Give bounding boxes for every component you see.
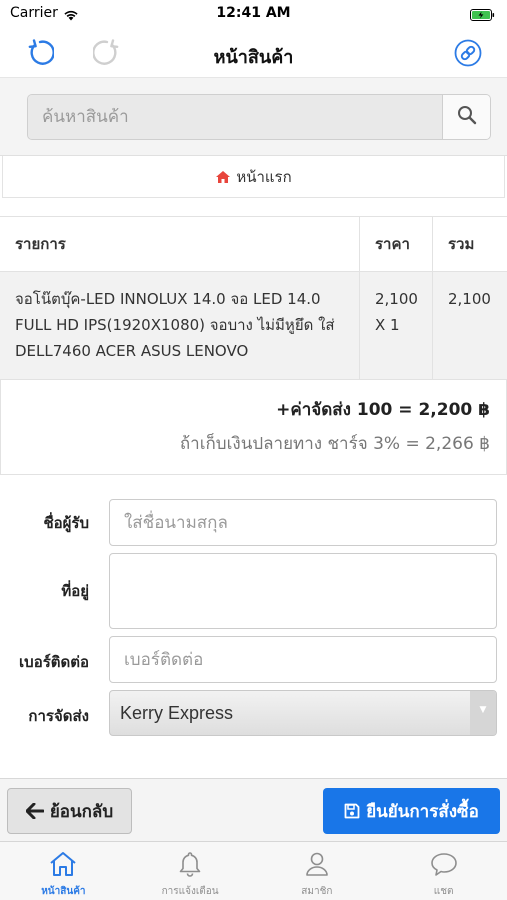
cod-total: ถ้าเก็บเงินปลายทาง ชาร์จ 3% = 2,266 ฿ xyxy=(179,434,490,454)
tab-notifications-label: การแจ้งเตือน xyxy=(161,886,219,897)
spacer xyxy=(0,198,507,216)
back-button[interactable]: ย้อนกลับ xyxy=(7,788,132,834)
breadcrumb-home-label: หน้าแรก xyxy=(236,167,292,186)
shipping-total: +ค่าจัดส่ง 100 = 2,200 ฿ xyxy=(276,400,490,420)
phone-field[interactable] xyxy=(109,636,497,683)
confirm-order-label: ยืนยันการสั่งซื้อ xyxy=(366,801,479,822)
search-section xyxy=(0,78,507,156)
shipping-select-value: Kerry Express xyxy=(120,703,234,723)
tab-members[interactable]: สมาชิก xyxy=(254,842,381,900)
item-total: 2,100 xyxy=(448,290,491,308)
header-total: รวม xyxy=(448,235,475,253)
tab-members-label: สมาชิก xyxy=(301,886,333,897)
tab-chat[interactable]: แชต xyxy=(380,842,507,900)
nav-bar: หน้าสินค้า xyxy=(0,28,507,78)
search-button[interactable] xyxy=(442,95,490,139)
chevron-down-icon: ▼ xyxy=(470,691,496,735)
bell-icon xyxy=(175,850,205,882)
battery-icon xyxy=(470,6,495,25)
status-bar: Carrier 12:41 AM xyxy=(0,0,507,28)
tab-products[interactable]: หน้าสินค้า xyxy=(0,842,127,900)
name-field[interactable] xyxy=(109,499,497,546)
confirm-order-button[interactable]: ยืนยันการสั่งซื้อ xyxy=(323,788,500,834)
tab-bar: หน้าสินค้า การแจ้งเตือน สมาชิก แชต xyxy=(0,841,507,900)
totals-panel: +ค่าจัดส่ง 100 = 2,200 ฿ ถ้าเก็บเงินปลาย… xyxy=(0,380,507,475)
header-item: รายการ xyxy=(0,217,360,271)
search-icon xyxy=(457,105,477,129)
tab-chat-label: แชต xyxy=(433,886,454,897)
search-input[interactable] xyxy=(28,95,442,139)
link-icon[interactable] xyxy=(451,36,485,70)
clock: 12:41 AM xyxy=(216,5,291,21)
back-button-label: ย้อนกลับ xyxy=(49,801,114,822)
header-price: ราคา xyxy=(360,217,433,271)
page-title: หน้าสินค้า xyxy=(213,47,294,68)
tab-products-label: หน้าสินค้า xyxy=(41,886,86,897)
order-table: รายการ ราคา รวม จอโน๊ตบุ๊ค-LED INNOLUX 1… xyxy=(0,216,507,380)
shipping-label: การจัดส่ง xyxy=(28,707,89,725)
name-label: ชื่อผู้รับ xyxy=(43,514,89,532)
item-qty: X 1 xyxy=(375,316,400,334)
phone-label: เบอร์ติดต่อ xyxy=(19,653,89,671)
address-label: ที่อยู่ xyxy=(61,582,89,600)
home-icon xyxy=(48,850,78,882)
user-icon xyxy=(302,850,332,882)
item-price: 2,100 xyxy=(375,290,418,308)
chat-icon xyxy=(429,850,459,882)
address-field[interactable] xyxy=(109,553,497,629)
table-row: จอโน๊ตบุ๊ค-LED INNOLUX 14.0 จอ LED 14.0 … xyxy=(0,272,507,380)
action-bar: ย้อนกลับ ยืนยันการสั่งซื้อ xyxy=(0,778,507,841)
arrow-left-icon xyxy=(25,803,44,819)
tab-notifications[interactable]: การแจ้งเตือน xyxy=(127,842,254,900)
item-price-cell: 2,100 X 1 xyxy=(360,272,433,379)
save-icon xyxy=(344,803,360,819)
shipping-select[interactable]: Kerry Express ▼ xyxy=(109,690,497,736)
home-icon xyxy=(215,170,231,184)
search-box xyxy=(27,94,491,140)
item-name: จอโน๊ตบุ๊ค-LED INNOLUX 14.0 จอ LED 14.0 … xyxy=(0,272,360,379)
table-header: รายการ ราคา รวม xyxy=(0,217,507,272)
breadcrumb[interactable]: หน้าแรก xyxy=(2,156,505,198)
